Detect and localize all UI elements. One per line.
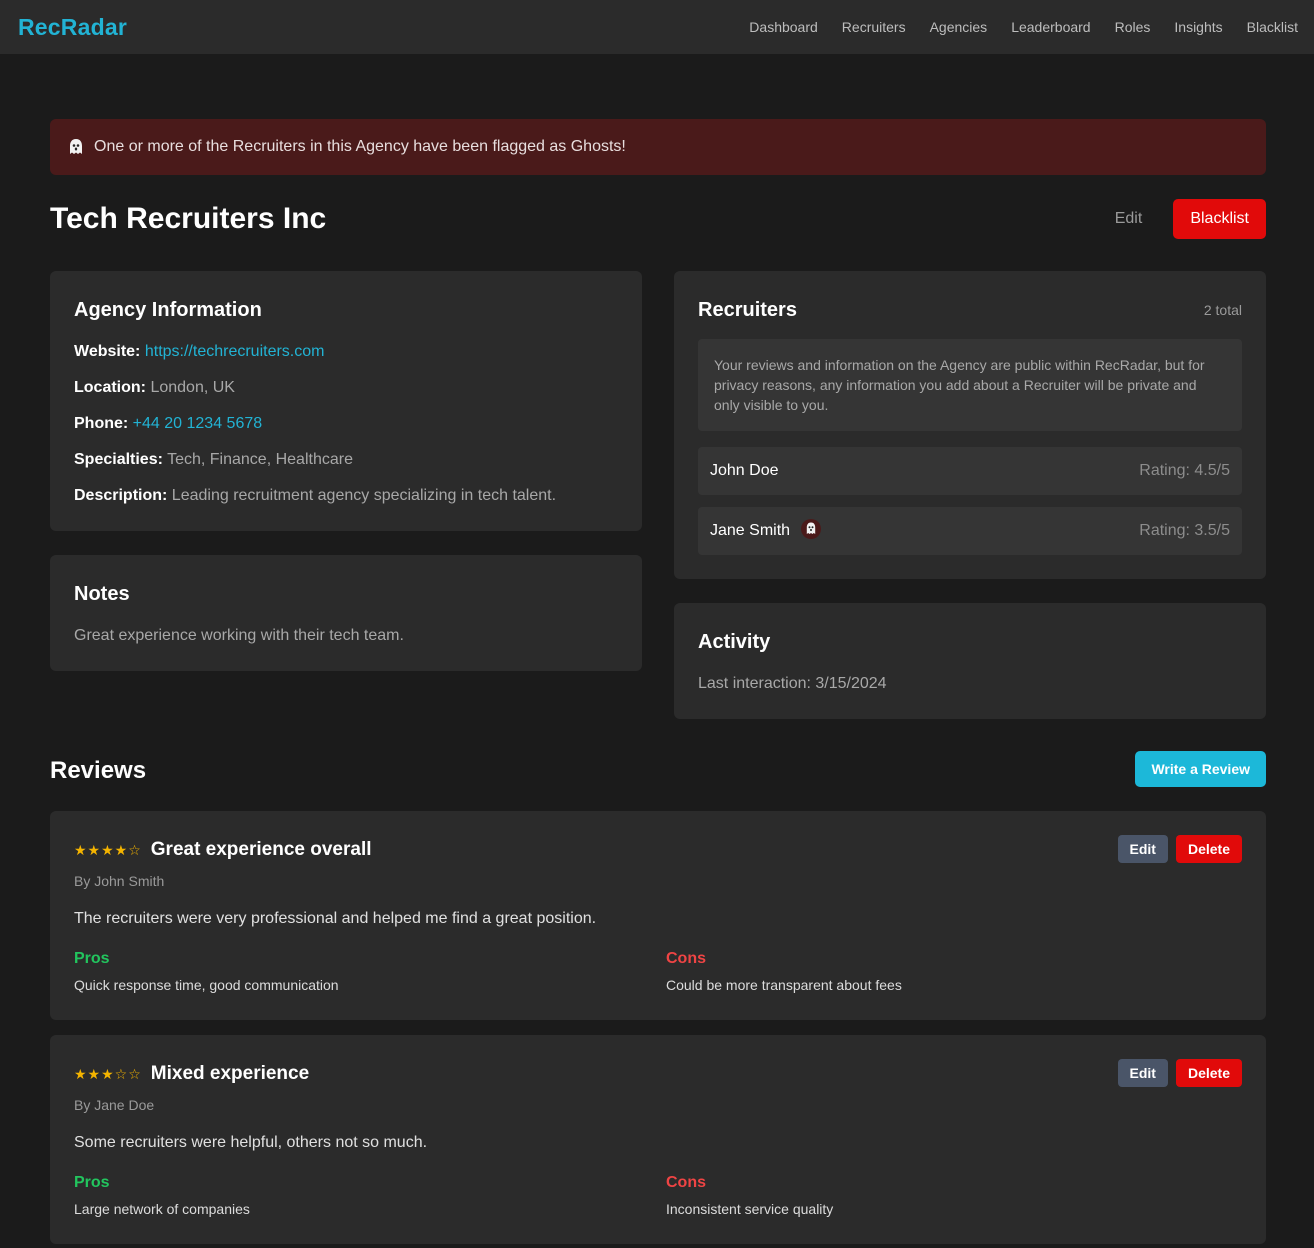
recruiter-rating: Rating: 3.5/5: [1139, 522, 1230, 539]
nav-insights[interactable]: Insights: [1174, 19, 1222, 35]
nav-leaderboard[interactable]: Leaderboard: [1011, 19, 1090, 35]
location-label: Location:: [74, 379, 146, 396]
delete-review-button[interactable]: Delete: [1175, 1059, 1242, 1087]
recruiters-count: 2 total: [1203, 302, 1242, 318]
notes-title: Notes: [74, 583, 130, 605]
recruiter-rating: Rating: 4.5/5: [1139, 462, 1230, 479]
review-card: ★★★★☆ Great experience overall Edit Dele…: [50, 811, 1266, 1020]
ghost-alert: One or more of the Recruiters in this Ag…: [50, 119, 1266, 175]
pros-text: Large network of companies: [74, 1201, 250, 1217]
specialties-label: Specialties:: [74, 451, 163, 468]
description-label: Description:: [74, 487, 168, 504]
reviews-title: Reviews: [50, 757, 147, 784]
review-card: ★★★☆☆ Mixed experience Edit Delete By Ja…: [50, 1035, 1266, 1244]
review-title: Great experience overall: [150, 839, 372, 860]
review-author: By John Smith: [74, 873, 165, 889]
review-body: Some recruiters were helpful, others not…: [74, 1134, 428, 1151]
cons-text: Inconsistent service quality: [666, 1201, 834, 1217]
activity-card: Activity Last interaction: 3/15/2024: [674, 603, 1266, 719]
brand-logo[interactable]: RecRadar: [18, 14, 127, 41]
recruiter-row[interactable]: John Doe Rating: 4.5/5: [698, 447, 1242, 495]
pros-label: Pros: [74, 1174, 110, 1191]
description-value: Leading recruitment agency specializing …: [171, 487, 557, 504]
specialties-value: Tech, Finance, Healthcare: [167, 451, 353, 468]
review-actions: Edit Delete: [1117, 835, 1242, 863]
nav-dashboard[interactable]: Dashboard: [749, 19, 818, 35]
write-review-button[interactable]: Write a Review: [1135, 751, 1266, 787]
delete-review-button[interactable]: Delete: [1175, 835, 1242, 863]
alert-text: One or more of the Recruiters in this Ag…: [94, 138, 626, 155]
website-row: Website: https://techrecruiters.com: [74, 343, 324, 361]
location-value: London, UK: [150, 379, 235, 396]
nav-links: Dashboard Recruiters Agencies Leaderboar…: [749, 19, 1298, 35]
header-actions: Edit Blacklist: [1115, 199, 1266, 239]
recruiters-title: Recruiters: [698, 299, 797, 321]
review-actions: Edit Delete: [1117, 1059, 1242, 1087]
website-label: Website:: [74, 343, 141, 360]
phone-label: Phone:: [74, 415, 129, 432]
star-rating: ★★★★☆: [74, 841, 142, 858]
nav-recruiters[interactable]: Recruiters: [842, 19, 906, 35]
review-header: ★★★☆☆ Mixed experience: [74, 1063, 309, 1085]
edit-agency-button[interactable]: Edit: [1115, 210, 1143, 228]
agency-info-card: Agency Information Website: https://tech…: [50, 271, 642, 531]
description-row: Description: Leading recruitment agency …: [74, 487, 556, 505]
review-header: ★★★★☆ Great experience overall: [74, 839, 372, 861]
phone-link[interactable]: +44 20 1234 5678: [133, 415, 262, 432]
nav-roles[interactable]: Roles: [1115, 19, 1151, 35]
cons-text: Could be more transparent about fees: [666, 977, 902, 993]
page-title: Tech Recruiters Inc: [50, 202, 327, 235]
review-title: Mixed experience: [150, 1063, 310, 1084]
cons-label: Cons: [666, 950, 706, 967]
review-body: The recruiters were very professional an…: [74, 910, 597, 927]
nav-blacklist[interactable]: Blacklist: [1247, 19, 1298, 35]
recruiters-card: Recruiters 2 total Your reviews and info…: [674, 271, 1266, 579]
privacy-notice: Your reviews and information on the Agen…: [698, 339, 1242, 431]
specialties-row: Specialties: Tech, Finance, Healthcare: [74, 451, 353, 469]
ghost-icon: [800, 518, 822, 545]
website-link[interactable]: https://techrecruiters.com: [145, 343, 325, 360]
recruiter-name-wrapper: Jane Smith: [710, 518, 822, 545]
last-interaction: Last interaction: 3/15/2024: [698, 675, 887, 692]
pros-label: Pros: [74, 950, 110, 967]
phone-row: Phone: +44 20 1234 5678: [74, 415, 262, 433]
blacklist-button[interactable]: Blacklist: [1173, 199, 1266, 239]
recruiter-row[interactable]: Jane Smith Rating: 3.5/5: [698, 507, 1242, 555]
pros-text: Quick response time, good communication: [74, 977, 339, 993]
notes-text: Great experience working with their tech…: [74, 627, 404, 644]
nav-agencies[interactable]: Agencies: [930, 19, 988, 35]
activity-title: Activity: [698, 631, 771, 653]
ghost-icon: [68, 138, 84, 156]
location-row: Location: London, UK: [74, 379, 235, 397]
cons-label: Cons: [666, 1174, 706, 1191]
edit-review-button[interactable]: Edit: [1117, 835, 1168, 863]
recruiter-name: John Doe: [710, 462, 779, 479]
agency-info-title: Agency Information: [74, 299, 262, 321]
edit-review-button[interactable]: Edit: [1117, 1059, 1168, 1087]
top-navbar: RecRadar Dashboard Recruiters Agencies L…: [0, 0, 1314, 54]
review-author: By Jane Doe: [74, 1097, 155, 1113]
notes-card: Notes Great experience working with thei…: [50, 555, 642, 671]
recruiter-name: Jane Smith: [710, 522, 791, 539]
star-rating: ★★★☆☆: [74, 1065, 142, 1082]
